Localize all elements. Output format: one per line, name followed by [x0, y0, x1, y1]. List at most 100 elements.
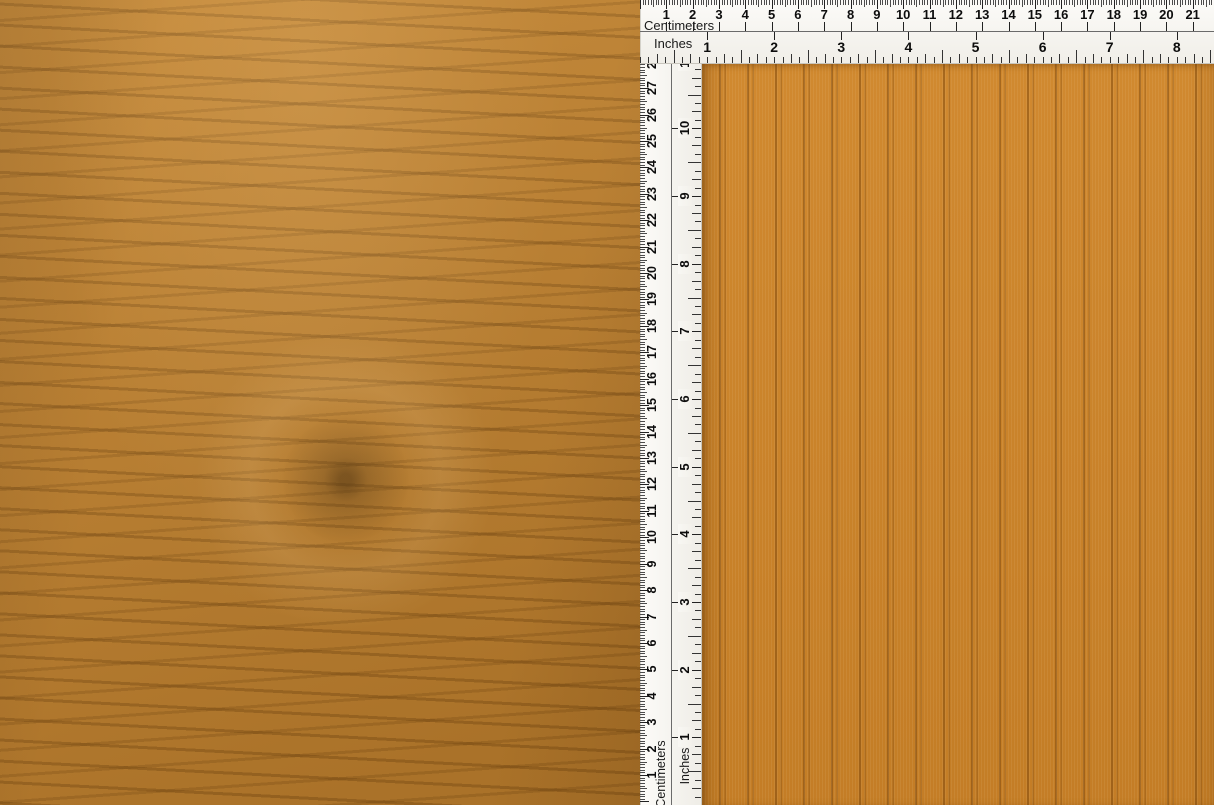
inch-tick [1042, 57, 1044, 63]
cm-number: 18 [1106, 7, 1122, 22]
cm-tick [905, 0, 907, 5]
inch-tick [692, 145, 701, 147]
cm-tick [697, 0, 699, 5]
inch-tick [1009, 50, 1010, 63]
cm-tick [640, 656, 647, 658]
cm-tick [640, 788, 647, 790]
inch-tick [1176, 57, 1178, 63]
cm-tick [1150, 0, 1152, 5]
inch-tick [908, 57, 910, 63]
inch-tick [774, 57, 776, 63]
cm-tick [1103, 0, 1105, 5]
inch-tick [1084, 57, 1086, 63]
cm-tick [1126, 0, 1128, 7]
cm-tick [1100, 0, 1102, 7]
inch-tick [640, 57, 641, 63]
inch-tick [695, 458, 701, 460]
cm-tick [987, 0, 989, 5]
cm-tick [640, 761, 647, 763]
cm-tick [647, 0, 649, 5]
cm-tick [640, 801, 649, 803]
inch-number: 3 [677, 592, 692, 612]
cm-tick [1116, 0, 1118, 5]
inch-number: 4 [677, 524, 692, 545]
cm-tick [958, 0, 960, 5]
cm-tick-major [1166, 22, 1168, 31]
cm-tick [1016, 0, 1018, 5]
cm-tick [1105, 0, 1107, 5]
cm-tick [1084, 0, 1086, 5]
cm-tick [650, 0, 652, 5]
cm-number rot: 22 [645, 213, 659, 228]
inch-tick [648, 57, 650, 63]
inch-tick [849, 57, 851, 63]
cm-number: 12 [948, 7, 964, 22]
cm-tick [640, 365, 647, 367]
inch-tick [692, 686, 701, 688]
cm-number: 15 [1027, 7, 1043, 22]
cm-tick [755, 0, 757, 5]
cm-tick-major [850, 22, 852, 31]
cm-tick [1158, 0, 1160, 5]
cm-tick [932, 0, 934, 5]
cm-tick [640, 391, 647, 393]
cm-number rot: 24 [645, 160, 659, 175]
inch-tick [695, 69, 701, 71]
inch-tick [692, 415, 701, 417]
cm-tick [640, 259, 647, 261]
cm-number rot: 2 [645, 745, 659, 753]
inch-tick [681, 57, 683, 63]
inch-number: 5 [677, 456, 692, 477]
cm-tick [845, 0, 847, 5]
cm-tick [808, 0, 810, 5]
vertical-ruler: Centimeters Inches 1 2 3 4 5 6 7 8 9 10 11 12 13 14 15… [640, 64, 702, 805]
cm-tick [840, 0, 841, 5]
cm-tick [761, 0, 763, 5]
inch-tick [757, 54, 759, 63]
inch-tick [723, 54, 725, 63]
cm-tick-major [745, 22, 747, 31]
cm-tick [924, 0, 926, 5]
cm-number: 10 [895, 7, 911, 22]
cm-tick [687, 0, 689, 5]
cm-tick [826, 0, 828, 5]
cm-tick [747, 0, 749, 5]
cm-tick [998, 0, 999, 5]
cm-tick [716, 0, 718, 5]
cm-tick [1200, 0, 1202, 5]
cm-tick [1055, 0, 1057, 5]
inch-tick [692, 212, 701, 214]
cm-tick [1119, 0, 1120, 5]
inch-number: 9 [677, 186, 692, 206]
inch-tick [975, 57, 977, 63]
cm-tick [882, 0, 884, 5]
cm-tick [640, 74, 647, 76]
inch-tick [883, 57, 885, 63]
inch-tick [866, 57, 868, 63]
cm-tick [1050, 0, 1052, 5]
cm-tick [879, 0, 881, 5]
inch-tick [692, 652, 701, 654]
cm-tick [926, 0, 928, 5]
inch-tick [695, 559, 701, 561]
inch-number: 7 [677, 321, 692, 342]
cm-tick [1134, 0, 1136, 5]
cm-tick [855, 0, 857, 5]
cm-number: 8 [846, 7, 855, 22]
inch-tick [1134, 57, 1136, 63]
inch-tick [698, 57, 700, 63]
inch-tick [816, 57, 818, 63]
cm-tick [937, 0, 939, 5]
cm-tick [663, 0, 665, 5]
cm-tick [1121, 0, 1123, 5]
cm-tick [874, 0, 876, 5]
cm-tick [842, 0, 844, 5]
inch-tick [749, 57, 750, 63]
inch-tick [695, 136, 701, 138]
cm-tick [934, 0, 936, 5]
cm-tick [1182, 0, 1184, 5]
cm-number rot: 5 [645, 665, 659, 673]
cm-number: 21 [1185, 7, 1200, 22]
cm-tick [1011, 0, 1013, 5]
cm-tick [979, 0, 981, 5]
